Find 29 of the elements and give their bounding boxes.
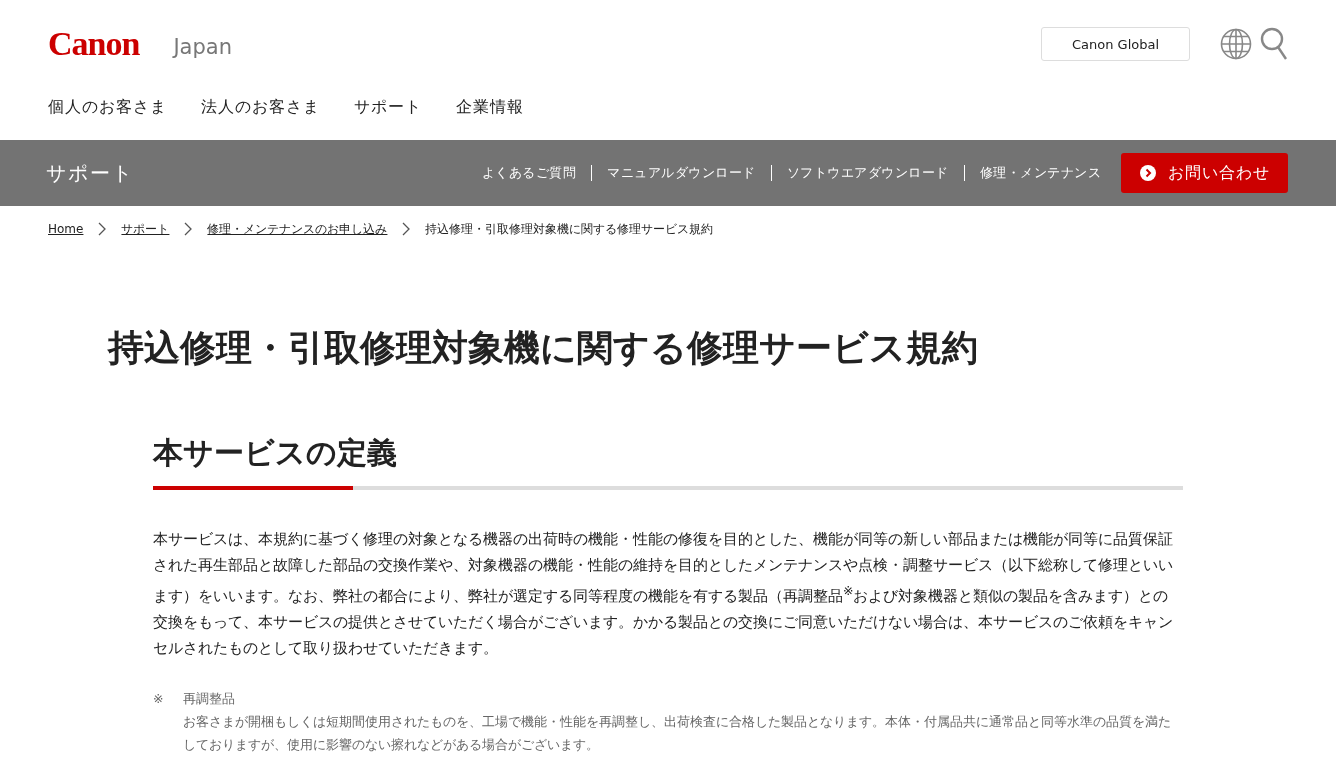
search-icon[interactable] xyxy=(1260,27,1288,61)
nav-link[interactable]: 企業情報 xyxy=(456,96,524,118)
support-link[interactable]: マニュアルダウンロード xyxy=(591,165,771,181)
breadcrumb-link[interactable]: サポート xyxy=(121,220,170,238)
note-mark: ※ xyxy=(153,690,164,708)
chevron-icon xyxy=(401,222,412,236)
nav-link[interactable]: 法人のお客さま xyxy=(201,96,320,118)
note-term: 再調整品 xyxy=(183,690,237,708)
section-heading: 本サービスの定義 xyxy=(153,434,398,472)
nav-link[interactable]: サポート xyxy=(354,96,422,118)
chevron-icon xyxy=(183,222,194,236)
breadcrumb-link[interactable]: 修理・メンテナンスのお申し込み xyxy=(207,220,388,238)
page-title: 持込修理・引取修理対象機に関する修理サービス規約 xyxy=(108,326,979,370)
support-link[interactable]: 修理・メンテナンス xyxy=(963,165,1116,181)
support-link[interactable]: ソフトウエアダウンロード xyxy=(770,165,964,181)
logo[interactable]: Canon xyxy=(48,25,140,63)
global-site-button[interactable]: Canon Global xyxy=(1041,27,1190,61)
note-text: お客さまが開梱もしくは短期間使用されたものを、工場で機能・性能を再調整し、出荷検査に合格した製品となります。本体・付属品共に通常品と同等水準の品質を満たしておりますが、使用に影響のない擦れなどがある場合がございます。 xyxy=(183,713,1173,754)
support-link[interactable]: よくあるご質問 xyxy=(466,165,591,181)
contact-button[interactable]: お問い合わせ xyxy=(1121,153,1288,193)
section-title: サポート xyxy=(46,159,134,187)
chevron-icon xyxy=(97,222,108,236)
region-label: Japan xyxy=(173,35,232,59)
breadcrumb-current: 持込修理・引取修理対象機に関する修理サービス規約 xyxy=(425,220,714,238)
arrow-circle-icon xyxy=(1139,165,1156,181)
nav-link[interactable]: 個人のお客さま xyxy=(48,96,167,118)
body-paragraph: 本サービスは、本規約に基づく修理の対象となる機器の出荷時の機能・性能の修復を目的とした、機能が同等の新しい部品または機能が同等に品質保証された再生部品と故障した部品の交換作業や、対象機器の機能・性能の維持を目的としたメンテナンスや点検・調整サービス（以下総称して修理といいます）をいいます。なお、弊社の都合により、弊社が選定する同等程度の機能を有する製品（再調整品$^{※}$および対象機器と類似の製品を含みます）との交換をもって、本サービスの提供とさせていただく場合がございます。かかる製品との交換にご同意いただけない場合は、本サービスのご依頼をキャンセルされたものとして取り扱わせていただきます。 xyxy=(153,529,1174,659)
breadcrumb-link[interactable]: Home xyxy=(48,222,84,236)
globe-icon[interactable] xyxy=(1220,28,1252,60)
